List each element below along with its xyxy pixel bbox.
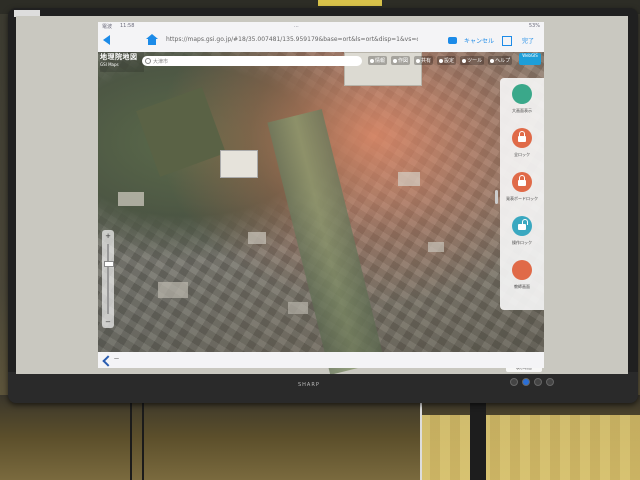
arrow-icon[interactable] xyxy=(102,355,114,367)
camera-icon[interactable] xyxy=(448,37,457,44)
tool-label: ツール xyxy=(467,58,483,64)
panel-item-label: 操作ロック xyxy=(512,240,532,245)
aerial-map[interactable]: 地理院地図 GSI Maps 大津市 情報 作図 共有 設定 ツール ヘルプ W… xyxy=(98,52,544,374)
lock-icon-body xyxy=(518,180,526,186)
screen: 電波 11:58 ... 53% https://maps.gsi.go.jp/… xyxy=(16,16,628,374)
monitor-button[interactable] xyxy=(534,378,542,386)
status-bar: 電波 11:58 ... 53% xyxy=(98,22,544,30)
home-icon[interactable] xyxy=(146,34,158,45)
monitor-brand-logo: SHARP xyxy=(298,382,320,388)
panel-item-label: 大画面表示 xyxy=(512,108,532,113)
panel-item-teacher-screen[interactable]: 教師画面 xyxy=(500,258,544,298)
user-icon xyxy=(512,260,532,280)
status-battery: 53% xyxy=(528,23,540,29)
tool-icon xyxy=(462,58,467,63)
monitor-stand xyxy=(470,390,486,480)
status-center-dots: ... xyxy=(294,23,299,29)
draw-icon xyxy=(393,58,398,63)
cable xyxy=(142,395,144,480)
map-building xyxy=(220,150,258,178)
tool-label: 作図 xyxy=(398,58,409,64)
cable xyxy=(130,395,132,480)
monitor-button[interactable] xyxy=(546,378,554,386)
map-toolbar: 情報 作図 共有 設定 ツール ヘルプ xyxy=(368,56,513,65)
bulletin-board xyxy=(420,415,640,480)
status-signal: 電波 xyxy=(102,24,113,30)
tool-draw[interactable]: 作図 xyxy=(391,56,411,65)
webgis-button[interactable]: WebGIS xyxy=(519,53,541,65)
panel-item-board-lock[interactable]: 発表ボードロック xyxy=(500,170,544,210)
gsi-logo[interactable]: 地理院地図 GSI Maps xyxy=(100,52,144,72)
tool-tools[interactable]: ツール xyxy=(460,56,485,65)
logo-sub-text: GSI Maps xyxy=(100,62,119,67)
map-shading xyxy=(98,202,544,352)
share-icon[interactable] xyxy=(502,36,512,46)
map-building xyxy=(398,172,420,186)
zoom-in-icon[interactable]: + xyxy=(104,232,112,240)
search-icon xyxy=(145,58,151,64)
tool-label: 情報 xyxy=(375,58,386,64)
panel-item-operation-lock[interactable]: 操作ロック xyxy=(500,214,544,254)
zoom-slider[interactable]: + − xyxy=(102,230,114,328)
zoom-track[interactable] xyxy=(107,244,109,314)
cable xyxy=(420,400,422,480)
share-icon xyxy=(416,58,421,63)
tool-info[interactable]: 情報 xyxy=(368,56,388,65)
map-footer: 一 xyxy=(98,352,544,368)
tool-label: 設定 xyxy=(444,58,455,64)
panel-item-fullscreen[interactable]: 大画面表示 xyxy=(500,82,544,122)
map-header: 地理院地図 GSI Maps 大津市 情報 作図 共有 設定 ツール ヘルプ W… xyxy=(98,52,544,80)
ceiling-light xyxy=(318,0,382,6)
monitor-icon xyxy=(512,84,532,104)
info-icon xyxy=(370,58,374,63)
panel-item-label: 発表ボードロック xyxy=(506,196,538,201)
help-icon xyxy=(490,58,495,63)
url-field[interactable]: https://maps.gsi.go.jp/#18/35.007481/135… xyxy=(166,36,418,47)
tool-settings[interactable]: 設定 xyxy=(437,56,457,65)
back-icon[interactable] xyxy=(103,35,110,45)
panel-item-all-lock[interactable]: 全ロック xyxy=(500,126,544,166)
search-placeholder: 大津市 xyxy=(153,59,169,65)
unlock-icon-body xyxy=(518,224,526,230)
monitor-button[interactable] xyxy=(510,378,518,386)
monitor-bezel xyxy=(8,372,638,403)
tool-label: ヘルプ xyxy=(495,58,511,64)
tool-help[interactable]: ヘルプ xyxy=(488,56,513,65)
lock-icon-body xyxy=(518,136,526,142)
browser-bar: https://maps.gsi.go.jp/#18/35.007481/135… xyxy=(98,30,544,52)
panel-item-label: 全ロック xyxy=(514,152,530,157)
done-button[interactable]: 完了 xyxy=(522,36,534,45)
status-time: 11:58 xyxy=(120,23,135,29)
search-input[interactable]: 大津市 xyxy=(142,56,362,66)
zoom-out-icon[interactable]: − xyxy=(104,318,112,326)
tool-label: 共有 xyxy=(421,58,432,64)
panel-item-label: 教師画面 xyxy=(514,284,530,289)
gear-icon xyxy=(439,58,444,63)
panel-handle[interactable] xyxy=(495,190,498,204)
cancel-button[interactable]: キャンセル xyxy=(464,36,494,45)
map-park-area xyxy=(136,87,226,177)
tool-share[interactable]: 共有 xyxy=(414,56,434,65)
footer-text: 一 xyxy=(114,357,120,363)
logo-main-text: 地理院地図 xyxy=(100,53,138,61)
zoom-knob[interactable] xyxy=(104,260,114,267)
monitor-power-button[interactable] xyxy=(522,378,530,386)
teacher-control-panel: 大画面表示 全ロック 発表ボードロック 操作ロック 教師画面 xyxy=(500,78,544,310)
monitor-buttons xyxy=(510,378,554,386)
